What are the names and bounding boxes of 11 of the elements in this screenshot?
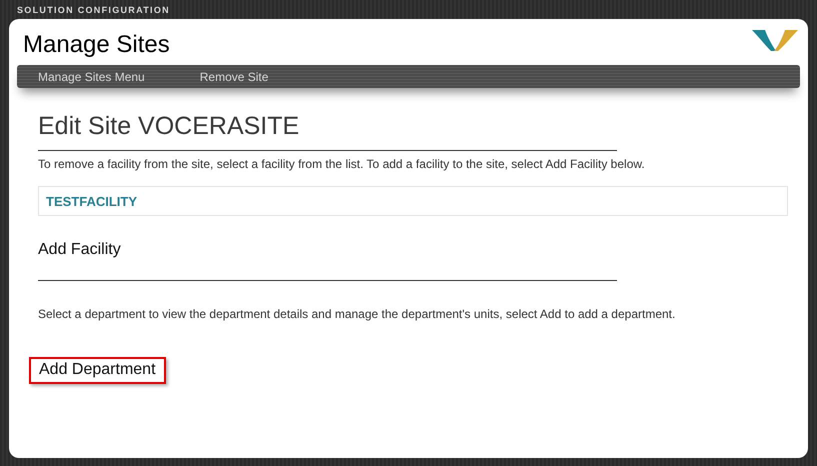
section-heading: Add Facility [38,241,122,259]
add-department-button[interactable]: Add Department [29,357,166,384]
instruction-text: Select a department to view the department details and manage the department's units, select Add to add a department. [38,307,676,321]
app-title: SOLUTION CONFIGURATION [17,4,170,14]
menu-link[interactable]: Remove Site [200,70,268,84]
instruction-text: To remove a facility from the site, select a facility from the list. To add a facility to the site, select Add Facility below. [38,157,646,171]
section-heading: Edit Site VOCERASITE [38,112,300,141]
menu-link[interactable]: Manage Sites Menu [38,70,145,84]
page-title: Manage Sites [23,31,170,59]
logo-icon [752,30,798,52]
facility-row[interactable]: TESTFACILITY [38,186,788,216]
